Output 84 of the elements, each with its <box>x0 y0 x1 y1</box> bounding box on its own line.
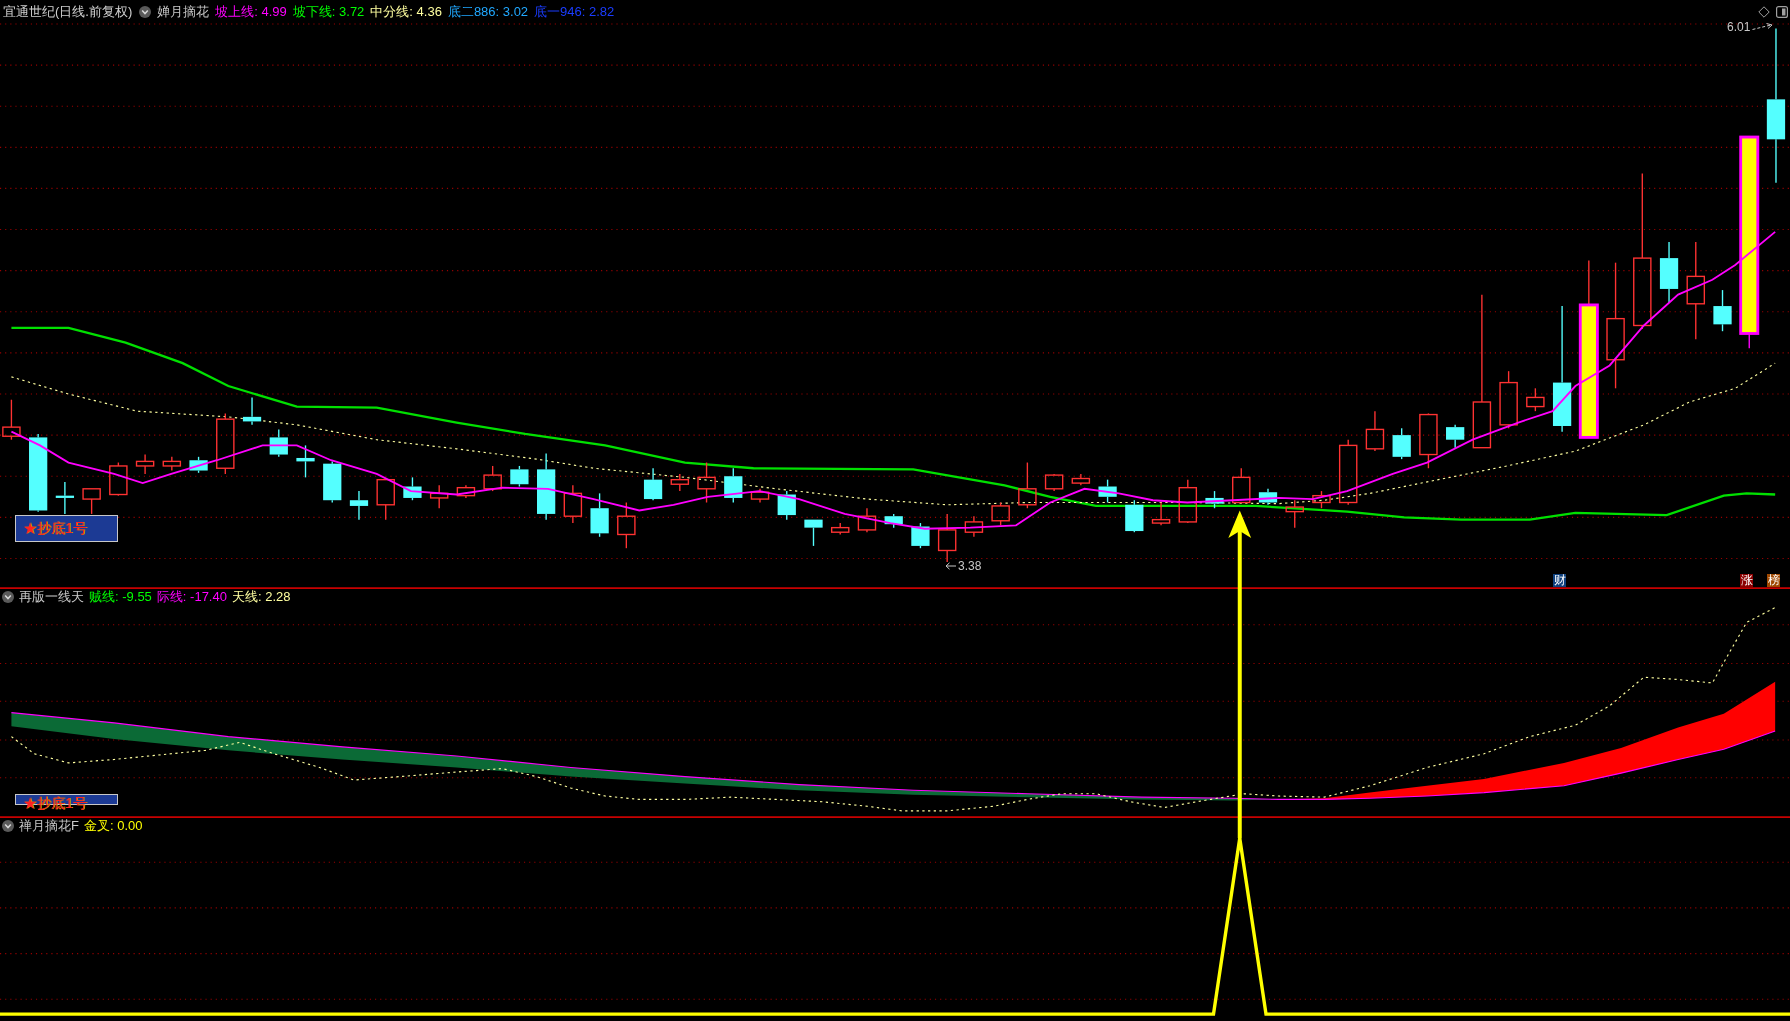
candlestick <box>1125 499 1144 533</box>
candlestick <box>216 412 235 475</box>
panel-toggle-icon[interactable] <box>1776 6 1788 18</box>
candlestick <box>323 460 342 504</box>
indicator-name: 禅月摘花F <box>19 818 79 834</box>
candlestick <box>456 484 476 499</box>
arrow-left-icon <box>945 562 956 570</box>
candlestick <box>1526 387 1545 412</box>
candlestick <box>937 513 957 563</box>
candlestick <box>1446 424 1465 449</box>
candlestick <box>617 501 636 549</box>
candlestick <box>162 456 182 472</box>
candlestick <box>991 501 1010 527</box>
candlestick <box>2 399 21 441</box>
stock-title: 宜通世纪(日线.前复权) <box>3 4 133 20</box>
candlestick <box>1659 241 1679 304</box>
candlestick <box>1285 499 1304 529</box>
indicator-reading: 天线: 2.28 <box>231 589 291 605</box>
indicator-name: 再版一线天 <box>19 589 84 605</box>
dashed-arrow-icon <box>1752 23 1774 31</box>
candlestick <box>884 513 903 529</box>
indicator-name: 婵月摘花 <box>157 4 210 20</box>
candlestick <box>1178 478 1198 524</box>
indicator-reading: 底二886: 3.02 <box>447 4 529 20</box>
candlestick <box>911 522 930 549</box>
candlestick <box>1312 490 1331 509</box>
low-price-label: 3.38 <box>958 559 982 573</box>
candlestick <box>483 465 502 492</box>
candlestick <box>804 519 823 547</box>
candlestick <box>1071 473 1091 487</box>
candlestick <box>376 478 395 521</box>
event-marker[interactable]: 涨 <box>1740 574 1753 587</box>
candlestick <box>429 484 449 509</box>
candlestick <box>857 507 877 533</box>
candlestick <box>1232 467 1251 504</box>
candlestick <box>724 467 743 504</box>
candlestick <box>1713 289 1732 332</box>
candlestick <box>269 428 288 458</box>
candlestick <box>55 481 74 515</box>
candlestick <box>590 492 609 538</box>
event-marker[interactable]: 财 <box>1553 574 1566 587</box>
candlestick <box>403 476 422 501</box>
candlestick <box>1258 488 1278 506</box>
candlestick <box>510 465 529 488</box>
chevron-down-icon[interactable] <box>2 591 14 603</box>
candlestick <box>964 515 984 538</box>
candlestick <box>109 461 128 497</box>
indicator-reading: 坡上线: 4.99 <box>215 4 287 20</box>
candlestick <box>242 396 262 426</box>
event-marker[interactable]: 榜 <box>1767 574 1780 587</box>
candlestick <box>82 488 101 515</box>
candlestick <box>537 452 556 521</box>
candlestick <box>670 473 690 492</box>
indicator-reading: 底一946: 2.82 <box>534 4 615 20</box>
candlestick <box>296 444 315 479</box>
chevron-down-icon[interactable] <box>2 820 14 832</box>
diamond-icon[interactable] <box>1758 6 1770 18</box>
candlestick <box>1044 473 1064 492</box>
candlestick <box>563 484 583 524</box>
indicator-reading: 贼线: -9.55 <box>89 589 152 605</box>
signal-label: ★抄底1号 <box>23 520 87 536</box>
indicator-reading: 中分线: 4.36 <box>370 4 442 20</box>
candlestick <box>1365 410 1385 452</box>
indicator-reading: 金叉: 0.00 <box>83 818 143 834</box>
candlestick <box>1205 490 1224 509</box>
candlestick <box>777 490 796 521</box>
candlestick <box>1151 501 1171 527</box>
candlestick <box>750 488 770 504</box>
candlestick <box>1098 478 1117 504</box>
indicator-reading: 坡下线: 3.72 <box>292 4 365 20</box>
candlestick <box>643 467 663 501</box>
candlestick <box>1018 461 1037 509</box>
indicator-reading: 际线: -17.40 <box>156 589 227 605</box>
candlestick <box>135 453 155 475</box>
chevron-down-icon[interactable] <box>139 6 152 18</box>
candlestick <box>349 490 369 521</box>
candlestick <box>697 461 716 504</box>
high-price-label: 6.01 <box>1727 20 1751 34</box>
candlestick <box>1499 370 1518 429</box>
candlestick <box>1338 439 1358 506</box>
candlestick <box>1419 412 1438 469</box>
candlestick <box>189 456 208 474</box>
candlestick <box>831 522 850 536</box>
candlestick <box>1392 427 1411 460</box>
